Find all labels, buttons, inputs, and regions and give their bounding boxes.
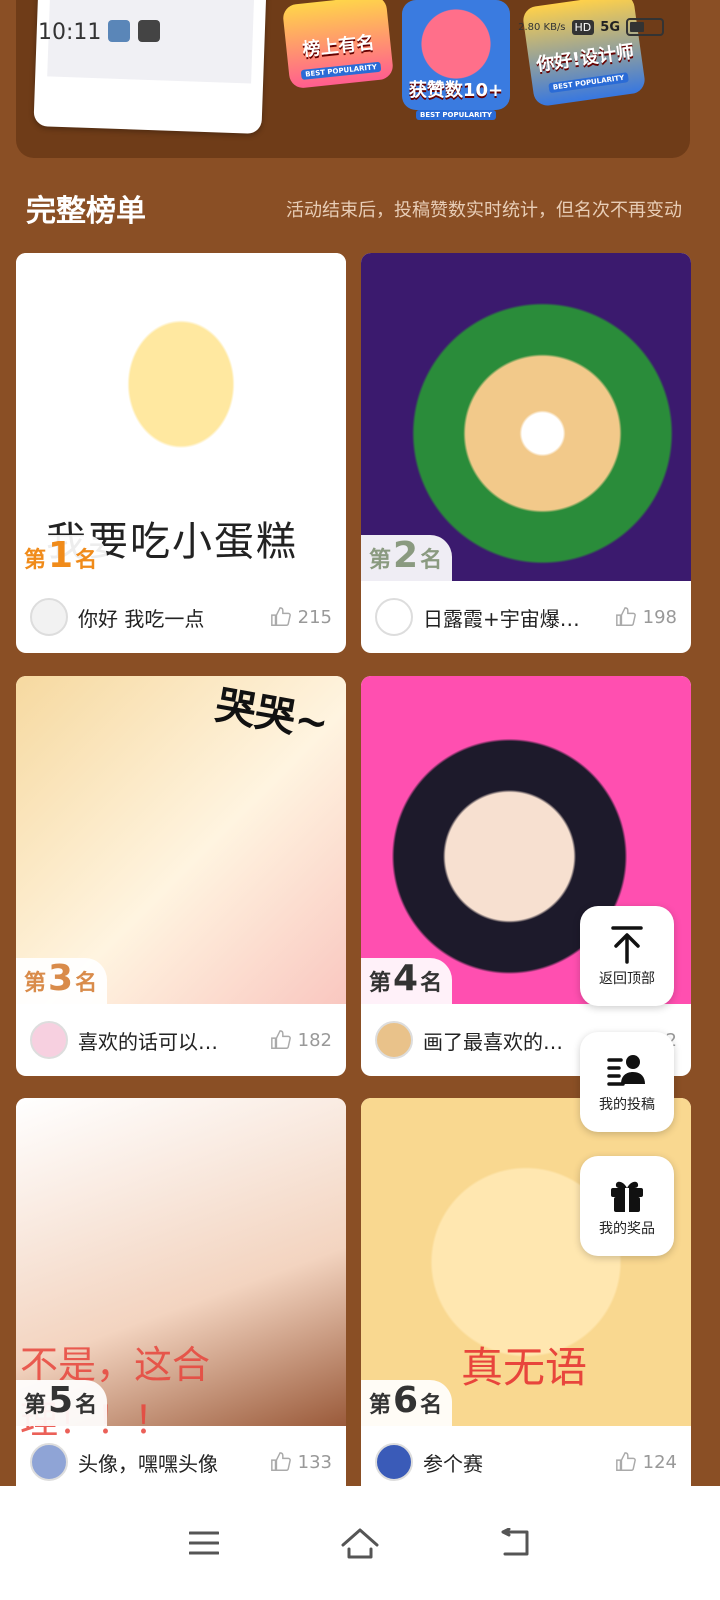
- image-caption: 真无语: [461, 1343, 588, 1392]
- signal-icon: 5G: [600, 19, 620, 35]
- status-time: 10:11: [38, 20, 102, 45]
- card-title: 喜欢的话可以…: [78, 1029, 218, 1054]
- section-note: 活动结束后，投稿赞数实时统计，但名次不再变动: [286, 200, 682, 221]
- card-meta: 你好 我吃一点 215: [16, 581, 346, 653]
- thumbs-up-icon: [270, 1452, 291, 1471]
- avatar[interactable]: [30, 1443, 68, 1481]
- like-count: 215: [297, 606, 332, 628]
- artwork-image[interactable]: 我要吃小蛋糕: [16, 253, 346, 581]
- rank-badge: 第 3 名: [16, 958, 108, 1004]
- status-bar: 10:11 2.80 KB/s HD 5G: [0, 0, 720, 66]
- card-meta: 喜欢的话可以… 182: [16, 1004, 346, 1076]
- like-button[interactable]: 133: [270, 1451, 332, 1473]
- like-button[interactable]: 124: [615, 1451, 677, 1473]
- thumbs-up-icon: [615, 1452, 636, 1471]
- ranking-card[interactable]: 我要吃小蛋糕 第 1 名 你好 我吃一点 215: [16, 253, 346, 653]
- image-caption: 哭哭~: [212, 682, 332, 748]
- status-notification-icons: [108, 20, 160, 42]
- avatar[interactable]: [375, 598, 413, 636]
- back-to-top-label: 返回顶部: [599, 971, 655, 987]
- artwork-image[interactable]: 不是，这合理！！！: [16, 1098, 346, 1442]
- like-count: 198: [642, 606, 677, 628]
- back-to-top-button[interactable]: 返回顶部: [580, 906, 674, 1006]
- back-button[interactable]: [486, 1513, 546, 1573]
- ranking-card[interactable]: 第 2 名 日露霞+宇宙爆… 198: [361, 253, 691, 653]
- ranking-card[interactable]: 哭哭~ 第 3 名 喜欢的话可以… 182: [16, 676, 346, 1076]
- card-title: 参个赛: [423, 1451, 483, 1476]
- net-speed: 2.80 KB/s: [518, 21, 566, 33]
- thumbs-up-icon: [615, 607, 636, 626]
- avatar[interactable]: [30, 598, 68, 636]
- my-posts-label: 我的投稿: [599, 1097, 655, 1113]
- ranking-card[interactable]: 不是，这合理！！！ 第 5 名 头像，嘿嘿头像 133: [16, 1098, 346, 1498]
- rank-badge: 第 1 名: [16, 535, 108, 581]
- like-count: 124: [642, 1451, 677, 1473]
- gift-icon: [611, 1181, 643, 1212]
- app-notification-icon: [108, 20, 130, 42]
- rank-badge: 第 6 名: [361, 1380, 453, 1426]
- my-posts-button[interactable]: 我的投稿: [580, 1032, 674, 1132]
- thumbs-up-icon: [270, 1030, 291, 1049]
- status-right-icons: 2.80 KB/s HD 5G: [518, 18, 664, 36]
- home-button[interactable]: [330, 1513, 390, 1573]
- card-meta: 日露霞+宇宙爆… 198: [361, 581, 691, 653]
- rank-badge: 第 5 名: [16, 1380, 108, 1426]
- avatar[interactable]: [30, 1021, 68, 1059]
- system-navigation-bar: [0, 1486, 720, 1600]
- like-button[interactable]: 182: [270, 1029, 332, 1051]
- card-title: 你好 我吃一点: [78, 606, 205, 631]
- thumbs-up-icon: [270, 607, 291, 626]
- avatar[interactable]: [375, 1443, 413, 1481]
- like-count: 182: [297, 1029, 332, 1051]
- avatar[interactable]: [375, 1021, 413, 1059]
- arrow-up-icon: [611, 926, 643, 964]
- like-button[interactable]: 215: [270, 606, 332, 628]
- battery-icon: [626, 18, 664, 36]
- rank-badge: 第 4 名: [361, 958, 453, 1004]
- card-title: 头像，嘿嘿头像: [78, 1451, 218, 1476]
- hd-icon: HD: [571, 19, 595, 35]
- rank-badge: 第 2 名: [361, 535, 453, 581]
- menu-button[interactable]: [174, 1513, 234, 1573]
- menu-icon: [189, 1531, 219, 1555]
- like-button[interactable]: 198: [615, 606, 677, 628]
- my-prizes-button[interactable]: 我的奖品: [580, 1156, 674, 1256]
- user-list-icon: [607, 1055, 645, 1086]
- section-title: 完整榜单: [26, 194, 146, 229]
- card-title: 画了最喜欢的…: [423, 1029, 563, 1054]
- message-notification-icon: [138, 20, 160, 42]
- ranking-card[interactable]: 第 4 名 画了最喜欢的… …2: [361, 676, 691, 1076]
- home-icon: [341, 1528, 379, 1559]
- artwork-image[interactable]: 哭哭~: [16, 676, 346, 1004]
- my-prizes-label: 我的奖品: [599, 1221, 655, 1237]
- like-count: 133: [297, 1451, 332, 1473]
- artwork-image[interactable]: [361, 253, 691, 581]
- card-title: 日露霞+宇宙爆…: [423, 606, 580, 631]
- artwork-image[interactable]: 真无语: [361, 1098, 691, 1426]
- back-icon: [501, 1528, 529, 1556]
